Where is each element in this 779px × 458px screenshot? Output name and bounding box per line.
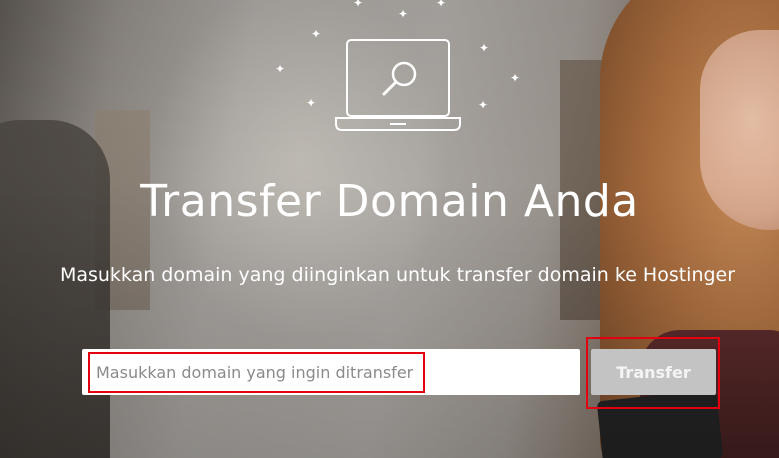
transfer-button[interactable]: Transfer [591, 349, 716, 395]
page-title: Transfer Domain Anda [140, 176, 639, 227]
sparkle-icon: ✦ [478, 98, 489, 112]
sparkle-icon: ✦ [479, 41, 490, 55]
sparkle-icon: ✦ [306, 96, 317, 110]
sparkle-icon: ✦ [275, 62, 286, 76]
sparkle-icon: ✦ [436, 0, 447, 10]
laptop-search-icon [335, 39, 461, 131]
sparkle-icon: ✦ [311, 27, 322, 41]
domain-transfer-input[interactable] [92, 355, 570, 389]
sparkle-icon: ✦ [510, 71, 521, 85]
page-subtitle: Masukkan domain yang diinginkan untuk tr… [59, 264, 736, 286]
domain-search-box [82, 349, 580, 395]
sparkle-icon: ✦ [398, 7, 409, 21]
sparkle-icon: ✦ [353, 0, 364, 10]
